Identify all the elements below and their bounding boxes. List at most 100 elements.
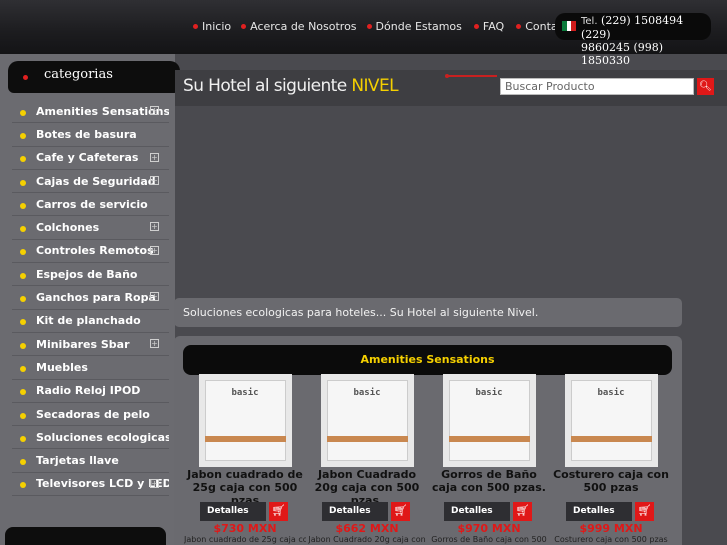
sidebar-item[interactable]: Espejos de Baño <box>12 263 169 287</box>
sidebar-item[interactable]: Cajas de Seguridad + <box>12 170 169 194</box>
tagline-main: Su Hotel al siguiente <box>183 76 352 96</box>
categories-header: categorias <box>8 61 180 93</box>
bullet-icon <box>20 109 26 116</box>
details-button[interactable]: Detalles <box>566 502 632 521</box>
banner-area <box>175 106 727 296</box>
magnifier-icon: 🔍︎ <box>699 81 712 92</box>
add-to-cart-button[interactable]: 🛒︎ <box>513 502 532 521</box>
sidebar-item[interactable]: Soluciones ecologicas <box>12 426 169 450</box>
product-card: basic Costurero caja con 500 pzas Detalles… <box>550 374 672 544</box>
product-card: basic Jabon Cuadrado 20g caja con 500 pza… <box>306 374 428 544</box>
sidebar-item[interactable]: Televisores LCD y LED + <box>12 473 169 497</box>
nav-bullet-icon <box>473 24 479 29</box>
product-description: Gorros de Baño caja con 500 <box>431 535 547 544</box>
product-image[interactable]: basic <box>564 374 658 467</box>
product-name[interactable]: Costurero caja con 500 pzas <box>550 468 672 494</box>
product-band <box>448 436 530 442</box>
cart-icon: 🛒︎ <box>271 505 286 517</box>
sidebar-item-label: Tarjetas llave <box>36 454 119 468</box>
expand-icon[interactable]: + <box>150 338 159 348</box>
product-image[interactable]: basic <box>320 374 414 467</box>
product-price: $970 MXN <box>457 522 521 535</box>
product-logo: basic <box>597 388 625 398</box>
sidebar-item[interactable]: Amenities Sensations + <box>12 100 169 124</box>
sidebar-item[interactable]: Muebles <box>12 356 169 380</box>
expand-icon[interactable]: + <box>150 222 159 232</box>
search-input[interactable] <box>500 78 694 95</box>
sidebar-item-label: Carros de servicio <box>36 197 148 211</box>
bullet-icon <box>20 226 26 233</box>
bullet-icon <box>20 132 26 139</box>
product-actions: Detalles 🛒︎ <box>444 502 539 522</box>
sidebar-item[interactable]: Carros de servicio <box>12 193 169 217</box>
category-list: Amenities Sensations + Botes de basura Cafe… <box>12 100 169 497</box>
product-logo: basic <box>231 388 259 398</box>
sidebar-item[interactable]: Tarjetas llave <box>12 449 169 473</box>
sidebar-item[interactable]: Kit de planchado <box>12 310 169 333</box>
sidebar-item[interactable]: Colchones + <box>12 216 169 240</box>
details-button[interactable]: Detalles <box>322 502 388 521</box>
sidebar-item-label: Controles Remotos <box>36 244 154 258</box>
nav-acerca[interactable]: Acerca de Nosotros <box>241 20 357 33</box>
details-button[interactable]: Detalles <box>200 502 266 521</box>
search-button[interactable]: 🔍︎ <box>697 78 714 95</box>
categories-title: categorias <box>44 67 113 82</box>
product-description: Jabon cuadrado de 25g caja con <box>184 535 306 544</box>
bullet-icon <box>20 435 26 442</box>
nav-inicio[interactable]: Inicio <box>193 20 231 33</box>
sidebar-item-label: Muebles <box>36 360 88 374</box>
product-band <box>204 436 286 442</box>
product-image[interactable]: basic <box>442 374 536 467</box>
nav-faq[interactable]: FAQ <box>473 20 505 33</box>
product-actions: Detalles 🛒︎ <box>322 502 417 522</box>
cart-icon: 🛒︎ <box>637 505 652 517</box>
sidebar-item-label: Secadoras de pelo <box>36 407 150 421</box>
bullet-icon <box>20 412 26 419</box>
expand-icon[interactable]: + <box>150 478 159 488</box>
cart-icon: 🛒︎ <box>393 505 408 517</box>
sidebar-item[interactable]: Botes de basura <box>12 123 169 147</box>
sidebar-item-label: Colchones <box>36 221 100 235</box>
nav-acerca-label: Acerca de Nosotros <box>250 20 357 33</box>
product-logo: basic <box>475 388 503 398</box>
product-price: $730 MXN <box>213 522 277 535</box>
add-to-cart-button[interactable]: 🛒︎ <box>269 502 288 521</box>
tagline: Su Hotel al siguiente NIVEL <box>183 76 399 96</box>
bullet-icon <box>20 342 26 349</box>
sidebar-item[interactable]: Cafe y Cafeteras + <box>12 147 169 170</box>
nav-faq-label: FAQ <box>482 20 505 33</box>
sidebar-item[interactable]: Controles Remotos + <box>12 240 169 264</box>
product-band <box>570 436 652 442</box>
bullet-icon <box>20 156 26 163</box>
bullet-icon <box>20 459 26 466</box>
sidebar-item-label: Ganchos para Ropa <box>36 291 156 305</box>
bullet-icon <box>20 296 26 303</box>
phone-label: Tel. <box>581 16 598 27</box>
bullet-icon <box>20 179 26 186</box>
expand-icon[interactable]: + <box>150 152 159 162</box>
sidebar-item[interactable]: Ganchos para Ropa + <box>12 286 169 310</box>
sidebar-item-label: Espejos de Baño <box>36 267 138 281</box>
nav-bullet-icon <box>366 24 372 29</box>
add-to-cart-button[interactable]: 🛒︎ <box>635 502 654 521</box>
sidebar-item-label: Botes de basura <box>36 127 137 141</box>
expand-icon[interactable]: + <box>150 175 159 185</box>
decorative-line <box>445 74 497 78</box>
main-nav: Inicio Acerca de Nosotros Dónde Estamos … <box>193 20 585 33</box>
details-button[interactable]: Detalles <box>444 502 510 521</box>
nav-bullet-icon <box>193 24 198 29</box>
sidebar-item-label: Minibares Sbar <box>36 337 130 351</box>
expand-icon[interactable]: + <box>150 245 159 255</box>
nav-donde-label: Dónde Estamos <box>375 20 462 33</box>
nav-donde[interactable]: Dónde Estamos <box>366 20 462 33</box>
add-to-cart-button[interactable]: 🛒︎ <box>391 502 410 521</box>
expand-icon[interactable]: + <box>150 106 159 115</box>
expand-icon[interactable]: + <box>150 292 159 302</box>
bullet-icon <box>20 272 26 279</box>
sidebar-item[interactable]: Minibares Sbar + <box>12 333 169 357</box>
product-name[interactable]: Gorros de Baño caja con 500 pzas. <box>428 468 550 494</box>
product-image[interactable]: basic <box>198 374 292 467</box>
sidebar-item[interactable]: Secadoras de pelo <box>12 403 169 427</box>
sidebar-item[interactable]: Radio Reloj IPOD <box>12 380 169 403</box>
tagline-accent: NIVEL <box>351 76 398 96</box>
